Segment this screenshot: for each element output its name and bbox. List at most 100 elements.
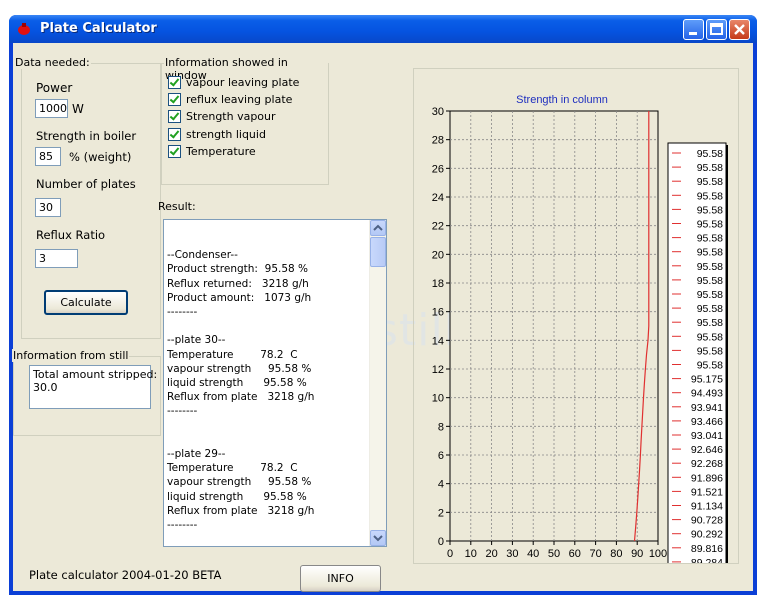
y-tick-label: 12 xyxy=(432,364,444,376)
checkbox-strength-liquid[interactable]: strength liquid xyxy=(168,127,266,142)
chevron-up-icon xyxy=(373,224,383,231)
x-tick-label: 80 xyxy=(610,548,622,560)
checkbox-reflux-leaving-plate[interactable]: reflux leaving plate xyxy=(168,92,292,107)
checkbox-strength-vapour[interactable]: Strength vapour xyxy=(168,109,276,124)
checkbox-icon xyxy=(168,75,181,89)
maximize-button[interactable] xyxy=(706,19,727,40)
legend-label: 95.58 xyxy=(697,204,723,216)
strength-input[interactable]: 85 xyxy=(35,147,61,166)
y-tick-label: 22 xyxy=(432,221,444,233)
result-textarea[interactable]: --Condenser-- Product strength: 95.58 % … xyxy=(163,219,387,547)
x-tick-label: 40 xyxy=(527,548,539,560)
legend-label: 93.041 xyxy=(691,430,723,442)
scroll-down-button[interactable] xyxy=(370,530,386,546)
x-tick-label: 70 xyxy=(589,548,601,560)
legend-label: 95.58 xyxy=(697,331,723,343)
checkbox-icon xyxy=(168,109,181,123)
x-tick-label: 90 xyxy=(631,548,643,560)
client-area: HomeDistiller.ru Data needed: Power 1000… xyxy=(12,43,753,592)
y-tick-label: 4 xyxy=(438,479,444,491)
y-tick-label: 30 xyxy=(432,106,444,118)
version-label: Plate calculator 2004-01-20 BETA xyxy=(29,568,222,582)
scroll-up-button[interactable] xyxy=(370,220,386,236)
minimize-button[interactable] xyxy=(683,19,704,40)
minimize-icon xyxy=(689,32,697,35)
x-tick-label: 100 xyxy=(649,548,667,560)
power-input[interactable]: 1000 xyxy=(35,99,68,118)
legend-label: 95.58 xyxy=(697,162,723,174)
info-button[interactable]: INFO xyxy=(300,565,381,592)
title-bar[interactable]: Plate Calculator xyxy=(9,15,757,43)
checkbox-icon xyxy=(168,127,181,141)
result-text: --Condenser-- Product strength: 95.58 % … xyxy=(167,249,315,532)
checkbox-vapour-leaving-plate[interactable]: vapour leaving plate xyxy=(168,75,299,90)
y-tick-label: 20 xyxy=(432,249,444,261)
plate-calculator-window: Plate Calculator HomeDistiller.ru Data n… xyxy=(9,15,757,595)
legend-label: 95.58 xyxy=(697,275,723,287)
plates-label: Number of plates xyxy=(36,177,136,191)
legend-label: 95.58 xyxy=(697,261,723,273)
x-tick-label: 20 xyxy=(485,548,497,560)
result-scrollbar[interactable] xyxy=(369,220,386,546)
legend-label: 92.646 xyxy=(691,444,723,456)
close-icon xyxy=(734,24,745,35)
strength-label: Strength in boiler xyxy=(36,129,137,143)
close-button[interactable] xyxy=(729,19,750,40)
legend-label: 89.284 xyxy=(691,557,723,563)
power-unit: W xyxy=(72,102,84,116)
legend-label: 90.728 xyxy=(691,515,723,527)
legend-label: 93.466 xyxy=(691,416,723,428)
calculate-button[interactable]: Calculate xyxy=(44,290,128,315)
legend-label: 95.58 xyxy=(697,360,723,372)
y-tick-label: 0 xyxy=(438,536,444,548)
result-label: Result: xyxy=(158,200,196,213)
strength-chart: Strength in column0 10 20 30 40 50 60 70 80 90 100… xyxy=(432,94,728,563)
reflux-label: Reflux Ratio xyxy=(36,228,106,242)
legend-label: 95.58 xyxy=(697,190,723,202)
legend-label: 92.268 xyxy=(691,458,723,470)
checkbox-temperature[interactable]: Temperature xyxy=(168,144,256,159)
y-tick-label: 18 xyxy=(432,278,444,290)
legend-label: 89.816 xyxy=(691,543,723,555)
y-tick-label: 14 xyxy=(432,335,444,347)
reflux-input[interactable]: 3 xyxy=(35,249,78,268)
legend-label: 93.941 xyxy=(691,402,723,414)
y-tick-label: 28 xyxy=(432,135,444,147)
window-title: Plate Calculator xyxy=(40,21,157,36)
chart-title: Strength in column xyxy=(516,94,608,106)
still-info-text: Total amount stripped: 30.0 xyxy=(29,365,157,409)
checkbox-icon xyxy=(168,144,181,158)
y-tick-label: 8 xyxy=(438,421,444,433)
legend-label: 94.493 xyxy=(691,388,723,400)
legend-label: 95.58 xyxy=(697,345,723,357)
legend-label: 95.58 xyxy=(697,303,723,315)
x-tick-label: 60 xyxy=(569,548,581,560)
legend-label: 95.58 xyxy=(697,317,723,329)
y-tick-label: 10 xyxy=(432,393,444,405)
x-tick-label: 30 xyxy=(506,548,518,560)
still-info-title: Information from still xyxy=(12,349,130,362)
scroll-thumb[interactable] xyxy=(370,237,386,267)
legend-label: 95.58 xyxy=(697,247,723,259)
legend-label: 95.58 xyxy=(697,289,723,301)
legend-label: 90.292 xyxy=(691,529,723,541)
data-needed-title: Data needed: xyxy=(14,56,91,69)
plates-input[interactable]: 30 xyxy=(35,198,61,217)
legend-label: 95.58 xyxy=(697,233,723,245)
app-icon xyxy=(18,23,30,35)
legend-label: 95.58 xyxy=(697,219,723,231)
checkbox-icon xyxy=(168,92,181,106)
legend-label: 91.134 xyxy=(691,501,723,513)
legend-label: 95.58 xyxy=(697,148,723,160)
legend-label: 91.896 xyxy=(691,472,723,484)
legend-shadow xyxy=(726,145,728,563)
y-tick-label: 26 xyxy=(432,163,444,175)
maximize-icon xyxy=(710,23,723,35)
x-tick-label: 50 xyxy=(548,548,560,560)
x-tick-label: 0 xyxy=(447,548,453,560)
y-tick-label: 2 xyxy=(438,507,444,519)
y-tick-label: 16 xyxy=(432,307,444,319)
y-tick-label: 24 xyxy=(432,192,444,204)
y-tick-label: 6 xyxy=(438,450,444,462)
chevron-down-icon xyxy=(373,535,383,542)
